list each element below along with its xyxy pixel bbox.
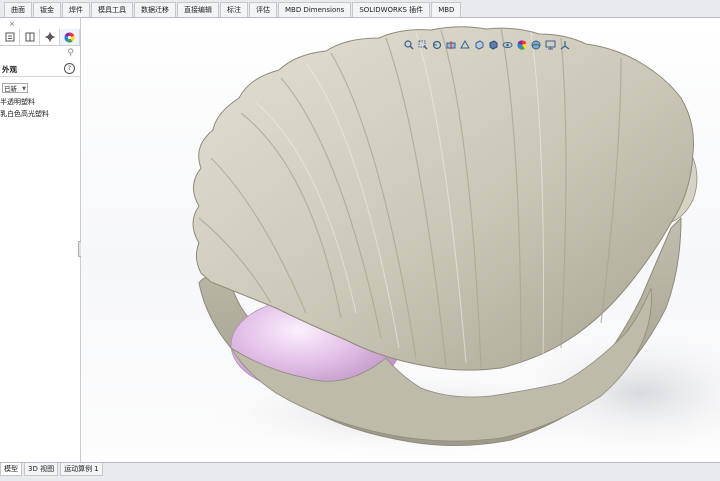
manager-tabs bbox=[0, 29, 80, 46]
configuration-manager-icon bbox=[45, 32, 54, 42]
tab-weldments[interactable]: 焊件 bbox=[62, 2, 90, 17]
zoom-to-fit-icon[interactable] bbox=[404, 39, 414, 50]
configuration-manager-tab[interactable] bbox=[40, 29, 60, 45]
zoom-to-area-icon[interactable] bbox=[418, 40, 428, 50]
panel-close-icon[interactable]: × bbox=[9, 20, 15, 28]
shell-pearl-model bbox=[181, 26, 720, 462]
command-manager-tabs: 曲面 钣金 焊件 模具工具 数据迁移 直接编辑 标注 评估 MBD Dimens… bbox=[0, 0, 720, 18]
appearance-list-item[interactable]: 半透明塑料 bbox=[0, 97, 35, 107]
tab-surfaces[interactable]: 曲面 bbox=[4, 2, 32, 17]
appearance-header: 外观 ? bbox=[0, 62, 80, 77]
tab-mbd-dimensions[interactable]: MBD Dimensions bbox=[278, 2, 352, 17]
hide-show-icon[interactable] bbox=[502, 40, 513, 50]
model-view-tabs: 模型 3D 视图 运动算例 1 bbox=[0, 462, 720, 481]
appearance-list-item[interactable]: 乳白色高光塑料 bbox=[0, 109, 49, 119]
tab-model[interactable]: 模型 bbox=[0, 463, 22, 476]
apply-scene-icon[interactable] bbox=[531, 40, 541, 50]
appearance-title: 外观 bbox=[2, 65, 17, 74]
filter-icon[interactable]: ⚲ bbox=[67, 48, 74, 58]
section-view-icon[interactable] bbox=[446, 40, 456, 50]
appearance-panel: × ⚲ 外观 ? 已新 ▼ 半透明塑料 乳白色高光塑料 bbox=[0, 18, 82, 462]
feature-manager-tab[interactable] bbox=[0, 29, 20, 45]
chevron-down-icon: ▼ bbox=[22, 86, 26, 92]
feature-manager-icon bbox=[5, 32, 14, 42]
property-manager-tab[interactable] bbox=[20, 29, 40, 45]
graphics-area[interactable] bbox=[81, 18, 720, 462]
tab-mbd[interactable]: MBD bbox=[431, 2, 462, 17]
help-icon[interactable]: ? bbox=[64, 63, 75, 74]
combo-value: 已新 bbox=[4, 85, 17, 93]
tab-solidworks-addins[interactable]: SOLIDWORKS 插件 bbox=[352, 2, 431, 17]
appearance-manager-icon bbox=[64, 31, 75, 43]
tab-motion-study[interactable]: 运动算例 1 bbox=[60, 463, 103, 476]
tab-markup[interactable]: 标注 bbox=[220, 2, 248, 17]
tab-sheet-metal[interactable]: 钣金 bbox=[33, 2, 61, 17]
triad-icon[interactable] bbox=[560, 40, 570, 50]
heads-up-view-toolbar bbox=[404, 39, 570, 50]
display-style-icon[interactable] bbox=[488, 39, 498, 50]
appearance-manager-tab[interactable] bbox=[60, 29, 80, 45]
dynamic-annotation-icon[interactable] bbox=[460, 39, 470, 50]
tab-evaluate[interactable]: 评估 bbox=[249, 2, 277, 17]
view-orientation-icon[interactable] bbox=[474, 39, 484, 50]
appearance-filter-combo[interactable]: 已新 ▼ bbox=[2, 83, 28, 93]
edit-appearance-icon[interactable] bbox=[517, 39, 527, 50]
view-settings-icon[interactable] bbox=[545, 40, 556, 50]
tab-data-migration[interactable]: 数据迁移 bbox=[134, 2, 176, 17]
previous-view-icon[interactable] bbox=[432, 40, 442, 50]
property-manager-icon bbox=[25, 32, 34, 42]
tab-direct-editing[interactable]: 直接编辑 bbox=[177, 2, 219, 17]
tab-mold-tools[interactable]: 模具工具 bbox=[91, 2, 133, 17]
tab-3d-views[interactable]: 3D 视图 bbox=[24, 463, 59, 476]
